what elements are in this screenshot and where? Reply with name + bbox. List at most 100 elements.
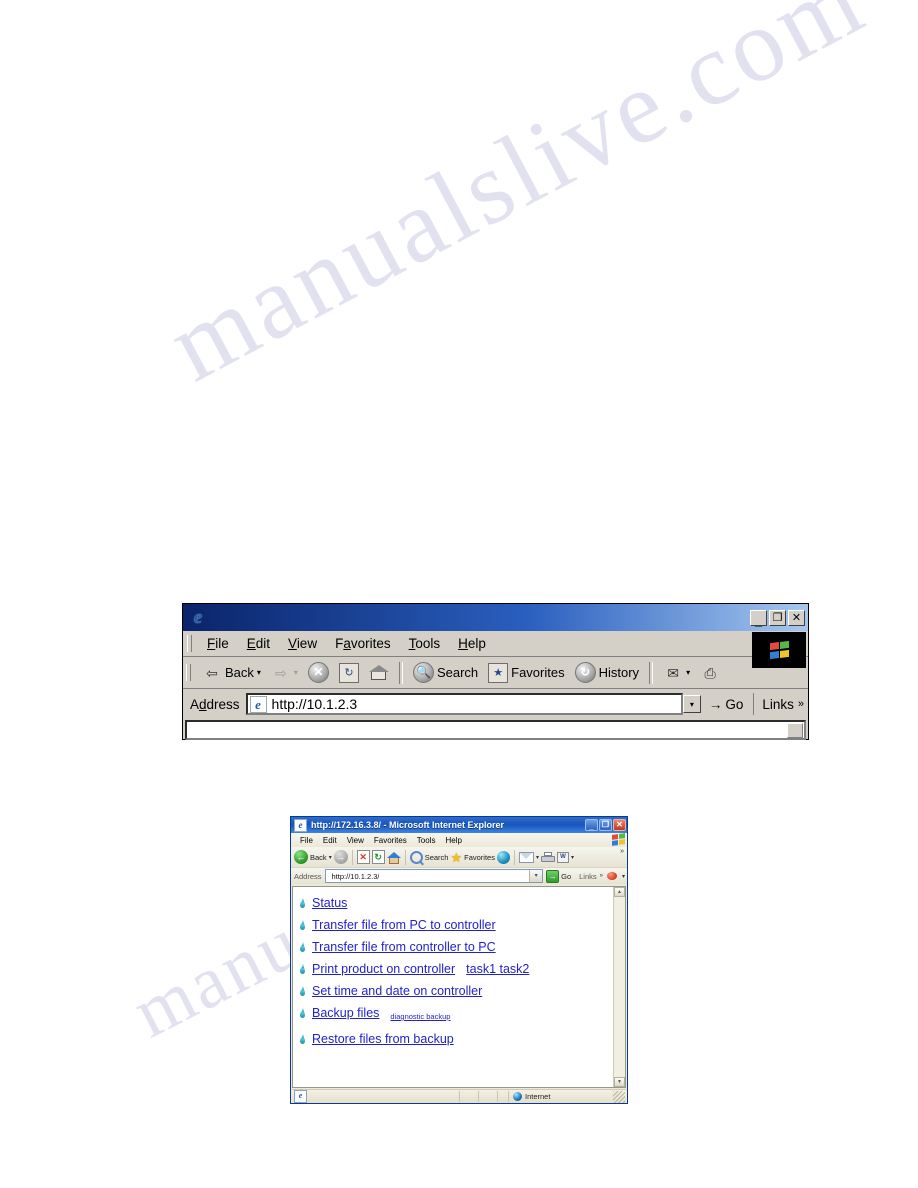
address-dropdown-button[interactable]: ▾ bbox=[682, 695, 701, 713]
link-status[interactable]: Status bbox=[312, 896, 347, 910]
minimize-button[interactable]: _ bbox=[750, 609, 767, 628]
search-icon: 🔍 bbox=[412, 662, 434, 683]
edit-button[interactable]: W ▾ bbox=[556, 851, 574, 863]
list-item: Print product on controller task1 task2 bbox=[299, 962, 613, 976]
favorites-glyph: ★ bbox=[493, 666, 504, 679]
back-dropdown-icon[interactable]: ▾ bbox=[257, 668, 261, 677]
menu-item-tools[interactable]: Tools bbox=[400, 634, 450, 653]
menubar-grip[interactable] bbox=[187, 635, 192, 652]
links-chevron-icon[interactable]: » bbox=[600, 873, 603, 879]
minimize-button[interactable]: _ bbox=[585, 819, 598, 831]
stop-button[interactable]: ✕ bbox=[303, 660, 334, 685]
menu-item-view[interactable]: View bbox=[279, 634, 326, 653]
close-button[interactable]: ✕ bbox=[788, 609, 805, 626]
refresh-button[interactable]: ↻ bbox=[334, 661, 364, 685]
link-print-tasks[interactable]: task1 task2 bbox=[466, 962, 529, 976]
history-glyph: ↻ bbox=[580, 665, 591, 679]
mail-dropdown-icon[interactable]: ▾ bbox=[686, 668, 690, 677]
msn-dropdown-icon[interactable]: ▾ bbox=[622, 873, 625, 880]
menu-item-file[interactable]: File bbox=[295, 836, 318, 845]
resize-grip[interactable] bbox=[613, 1090, 625, 1103]
xp-address-bar: Address http://10.1.2.3/ ▾ → Go Links » … bbox=[291, 867, 627, 884]
mail-button[interactable]: ✉ ▾ bbox=[658, 661, 695, 685]
stop-icon: ✕ bbox=[307, 662, 329, 683]
search-icon bbox=[409, 850, 423, 864]
scroll-down-button[interactable]: ▼ bbox=[614, 1077, 625, 1087]
refresh-button[interactable]: ↻ bbox=[371, 850, 385, 864]
search-button-label: Search bbox=[436, 665, 479, 680]
go-button[interactable]: → Go bbox=[701, 697, 752, 712]
print-icon: ⎙ bbox=[704, 664, 716, 681]
forward-button[interactable]: ⇨ ▾ bbox=[266, 661, 303, 685]
menu-item-favorites[interactable]: Favorites bbox=[326, 634, 400, 653]
edit-dropdown-icon[interactable]: ▾ bbox=[571, 854, 574, 861]
msn-messenger-icon[interactable] bbox=[606, 870, 619, 882]
stop-icon: ✕ bbox=[356, 850, 370, 864]
toolbar-overflow-icon[interactable]: » bbox=[620, 848, 624, 855]
menu-item-favorites[interactable]: Favorites bbox=[369, 836, 412, 845]
stop-button[interactable]: ✕ bbox=[356, 850, 370, 864]
go-button[interactable]: → Go bbox=[546, 869, 571, 883]
menu-item-favorites-label: a bbox=[343, 636, 351, 651]
back-button[interactable]: ← Back ▾ bbox=[294, 850, 332, 864]
back-button-label: Back bbox=[225, 665, 254, 680]
links-chevron-icon: » bbox=[797, 698, 804, 710]
link-transfer-file-pc-to-controller[interactable]: Transfer file from PC to controller bbox=[312, 918, 496, 932]
history-button[interactable]: ↻ History bbox=[570, 660, 644, 685]
menu-item-help[interactable]: Help bbox=[440, 836, 466, 845]
refresh-glyph: ↻ bbox=[344, 666, 354, 679]
water-drop-bullet-icon bbox=[299, 920, 306, 931]
restore-button[interactable]: ❐ bbox=[599, 819, 612, 831]
address-input[interactable]: http://10.1.2.3/ ▾ bbox=[324, 869, 544, 883]
menu-item-help[interactable]: Help bbox=[449, 634, 495, 653]
link-diagnostic-backup[interactable]: diagnostic backup bbox=[390, 1010, 450, 1024]
stop-glyph: ✕ bbox=[359, 852, 367, 862]
mail-dropdown-icon[interactable]: ▾ bbox=[536, 854, 539, 861]
menu-item-tools[interactable]: Tools bbox=[412, 836, 441, 845]
internet-explorer-icon: e bbox=[193, 606, 203, 628]
back-button[interactable]: ⇦ Back ▾ bbox=[197, 661, 266, 685]
mail-button[interactable]: ▾ bbox=[518, 851, 539, 863]
link-restore-files-from-backup[interactable]: Restore files from backup bbox=[312, 1032, 454, 1046]
address-dropdown-icon[interactable]: ▾ bbox=[529, 870, 543, 882]
minimize-icon: _ bbox=[589, 822, 594, 831]
maximize-button[interactable]: ❐ bbox=[769, 609, 786, 626]
links-bar-button[interactable]: Links » bbox=[753, 693, 808, 715]
forward-dropdown-icon[interactable]: ▾ bbox=[294, 668, 298, 677]
favorites-button-label: Favorites bbox=[511, 665, 565, 680]
menu-item-view[interactable]: View bbox=[342, 836, 369, 845]
link-set-time-and-date[interactable]: Set time and date on controller bbox=[312, 984, 482, 998]
xp-window-title: http://172.16.3.8/ - Microsoft Internet … bbox=[311, 820, 505, 830]
favorites-button[interactable]: ★ Favorites bbox=[483, 661, 569, 685]
scroll-up-button[interactable]: ▲ bbox=[614, 887, 625, 897]
print-button[interactable]: ⎙ bbox=[695, 661, 725, 685]
close-icon: ✕ bbox=[791, 611, 802, 624]
list-item: Transfer file from PC to controller bbox=[299, 918, 613, 932]
toolbar-grip[interactable] bbox=[186, 664, 191, 681]
links-label[interactable]: Links bbox=[574, 872, 597, 881]
home-button[interactable] bbox=[364, 662, 394, 683]
menu-item-edit[interactable]: Edit bbox=[238, 634, 279, 653]
close-button[interactable]: ✕ bbox=[613, 819, 626, 831]
refresh-icon: ↻ bbox=[338, 662, 359, 683]
address-input[interactable]: e http://10.1.2.3 bbox=[245, 693, 683, 715]
print-button[interactable] bbox=[540, 851, 555, 863]
edit-word-icon: W bbox=[556, 851, 569, 863]
toolbar-separator-2 bbox=[649, 661, 654, 684]
water-drop-bullet-icon bbox=[299, 964, 306, 975]
media-button[interactable] bbox=[496, 850, 510, 864]
favorites-button[interactable]: ★ Favorites bbox=[450, 851, 495, 864]
link-backup-files[interactable]: Backup files bbox=[312, 1006, 379, 1020]
menu-item-file[interactable]: File bbox=[198, 634, 238, 653]
link-transfer-file-controller-to-pc[interactable]: Transfer file from controller to PC bbox=[312, 940, 496, 954]
scrollbar-nub[interactable] bbox=[787, 723, 803, 738]
link-print-product-on-controller[interactable]: Print product on controller bbox=[312, 962, 455, 976]
vertical-scrollbar[interactable]: ▲ ▼ bbox=[613, 887, 625, 1087]
search-button[interactable]: 🔍 Search bbox=[408, 660, 483, 685]
forward-button[interactable]: → bbox=[333, 850, 348, 864]
home-button[interactable] bbox=[386, 851, 401, 864]
menu-item-edit[interactable]: Edit bbox=[318, 836, 342, 845]
security-zone-indicator[interactable]: Internet bbox=[508, 1091, 613, 1102]
search-button[interactable]: Search bbox=[409, 850, 448, 864]
back-dropdown-icon[interactable]: ▾ bbox=[329, 854, 332, 861]
